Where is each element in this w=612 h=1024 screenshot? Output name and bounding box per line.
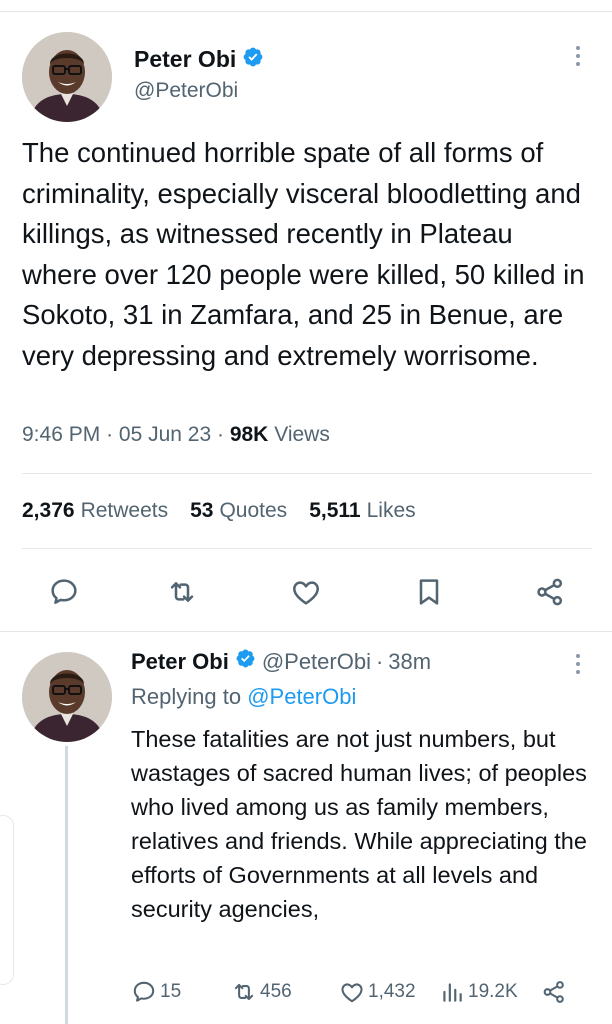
retweet-icon [170, 582, 194, 602]
more-vertical-icon[interactable] [572, 654, 584, 674]
reply-author-name[interactable]: Peter Obi [131, 649, 229, 675]
tweet-time[interactable]: 9:46 PM [22, 423, 100, 446]
like-button[interactable] [284, 570, 328, 614]
views-label: Views [274, 423, 330, 446]
replying-to-link[interactable]: @PeterObi [247, 684, 356, 709]
likes-stat[interactable]: 5,511 Likes [309, 499, 415, 523]
avatar[interactable] [22, 32, 112, 122]
bar-chart-icon [443, 983, 462, 1002]
tweet-date[interactable]: 05 Jun 23 [119, 423, 211, 446]
replying-prefix: Replying to [131, 684, 242, 709]
views-count: 98K [229, 423, 269, 446]
heart-icon [293, 581, 319, 605]
reply-retweet-button[interactable]: 456 [231, 977, 292, 1007]
comment-icon [133, 981, 155, 1002]
retweets-label: Retweets [80, 499, 169, 522]
tweet-separator [0, 631, 612, 632]
likes-label: Likes [366, 499, 416, 522]
author-handle[interactable]: @PeterObi [134, 79, 238, 103]
reply-author-handle[interactable]: @PeterObi [262, 649, 371, 675]
comment-icon [51, 579, 77, 604]
reply-actions: 15 456 1,432 19.2K [131, 977, 591, 1007]
retweet-icon [234, 983, 254, 1001]
reply-time[interactable]: 38m [388, 649, 431, 675]
reply-views-button[interactable]: 19.2K [439, 977, 518, 1007]
quotes-count: 53 [190, 499, 214, 522]
retweet-count: 456 [260, 981, 292, 1002]
bookmark-icon [419, 579, 439, 605]
bookmark-button[interactable] [407, 570, 451, 614]
thread-line [65, 746, 68, 1024]
retweets-stat[interactable]: 2,376 Retweets [22, 499, 168, 523]
meta-separator: · [216, 423, 230, 446]
verified-badge-icon [235, 648, 256, 675]
more-vertical-icon[interactable] [572, 46, 584, 66]
reply-author-row: Peter Obi @PeterObi · 38m [131, 648, 431, 675]
reply-button[interactable] [42, 570, 86, 614]
reply-like-button[interactable]: 1,432 [339, 977, 416, 1007]
engagement-stats: 2,376 Retweets 53 Quotes 5,511 Likes [22, 499, 438, 523]
reply-count: 15 [160, 981, 182, 1002]
quotes-label: Quotes [219, 499, 288, 522]
reply-avatar[interactable] [22, 652, 112, 742]
edge-panel [0, 815, 14, 985]
reply-separator: · [375, 648, 384, 674]
heart-icon [341, 983, 363, 1003]
views-count: 19.2K [468, 981, 518, 1002]
verified-badge-icon [242, 46, 264, 73]
reply-text: These fatalities are not just numbers, b… [131, 726, 587, 922]
share-button[interactable] [528, 570, 572, 614]
tweet-text: The continued horrible spate of all form… [22, 137, 585, 371]
like-count: 1,432 [368, 981, 416, 1002]
divider [22, 548, 592, 549]
reply-reply-button[interactable]: 15 [131, 977, 181, 1007]
likes-count: 5,511 [309, 499, 361, 522]
meta-separator: · [106, 423, 119, 446]
retweet-button[interactable] [160, 570, 204, 614]
replying-to: Replying to @PeterObi [131, 684, 356, 710]
quotes-stat[interactable]: 53 Quotes [190, 499, 287, 523]
share-icon [537, 578, 563, 606]
tweet-meta: 9:46 PM · 05 Jun 23 · 98K Views [22, 423, 330, 447]
top-divider [0, 11, 612, 12]
divider [22, 473, 592, 474]
retweets-count: 2,376 [22, 499, 75, 522]
author-row: Peter Obi [134, 46, 264, 73]
tweet-actions [22, 570, 592, 614]
author-name[interactable]: Peter Obi [134, 46, 236, 73]
share-icon [543, 981, 564, 1003]
reply-share-button[interactable] [541, 977, 570, 1007]
